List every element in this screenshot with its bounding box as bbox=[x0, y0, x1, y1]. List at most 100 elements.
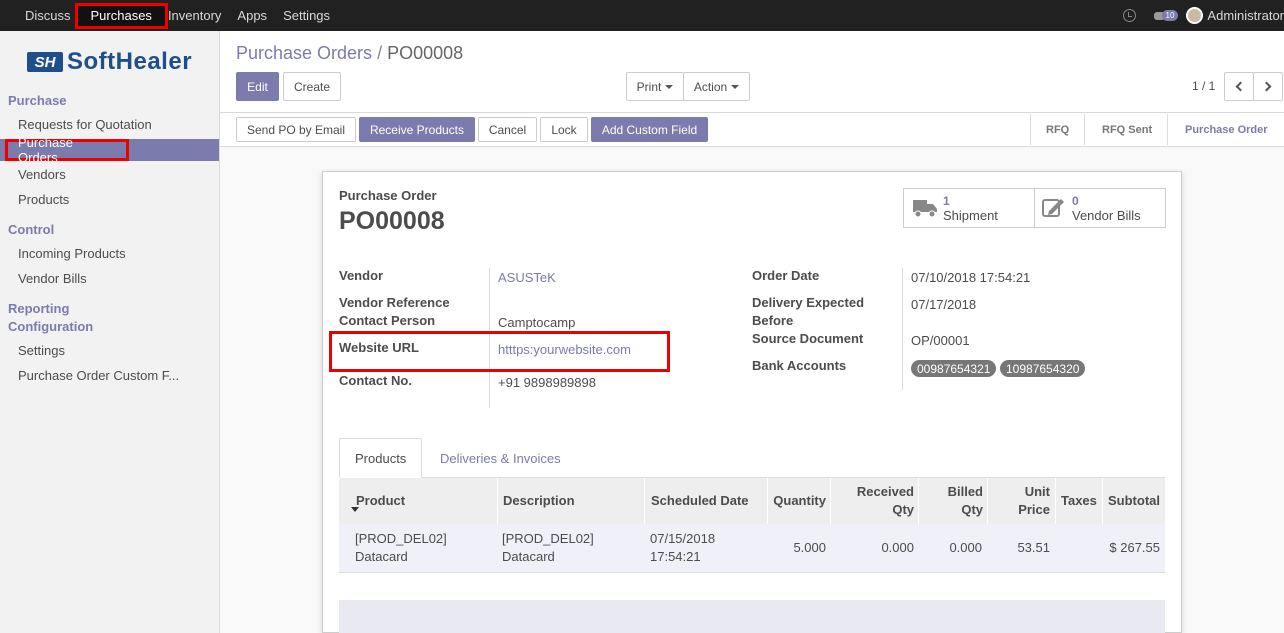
sidebar-item-settings[interactable]: Settings bbox=[18, 343, 65, 358]
logo-mark: SH bbox=[27, 52, 63, 72]
cell-subtotal[interactable]: $ 267.55 bbox=[1102, 539, 1160, 557]
table-footer bbox=[339, 600, 1165, 633]
menu-discuss[interactable]: Discuss bbox=[25, 8, 71, 23]
top-navbar: Discuss Purchases Inventory Apps Setting… bbox=[0, 0, 1284, 31]
sidebar-item-incoming-products[interactable]: Incoming Products bbox=[18, 246, 126, 261]
cell-date-line2: 17:54:21 bbox=[650, 549, 701, 564]
edit-button[interactable]: Edit bbox=[236, 72, 279, 101]
column-product[interactable]: Product bbox=[356, 478, 405, 524]
stage-separator bbox=[1084, 114, 1085, 145]
stage-separator bbox=[1167, 114, 1168, 145]
truck-icon bbox=[913, 200, 937, 218]
systray: 10 Administrator bbox=[1122, 0, 1284, 31]
contact-person-field[interactable]: Camptocamp bbox=[498, 315, 575, 330]
stage-rfq[interactable]: RFQ bbox=[1046, 114, 1069, 145]
cell-date-line1: 07/15/2018 bbox=[650, 531, 716, 546]
menu-settings[interactable]: Settings bbox=[283, 8, 330, 23]
column-scheduled-date[interactable]: Scheduled Date bbox=[651, 478, 749, 524]
column-unit-price[interactable]: Unit Price bbox=[987, 478, 1050, 524]
lock-button[interactable]: Lock bbox=[540, 117, 588, 142]
tab-products[interactable]: Products bbox=[339, 438, 423, 478]
vendor-bills-smart-button[interactable]: 0 Vendor Bills bbox=[1034, 188, 1166, 228]
shipment-smart-button[interactable]: 1 Shipment bbox=[903, 188, 1035, 228]
sidebar-section-configuration[interactable]: Configuration bbox=[8, 319, 93, 334]
add-custom-field-button[interactable]: Add Custom Field bbox=[591, 117, 708, 142]
column-separator bbox=[644, 478, 645, 524]
user-name[interactable]: Administrator bbox=[1207, 8, 1284, 23]
cell-billed[interactable]: 0.000 bbox=[918, 539, 982, 557]
source-document-field[interactable]: OP/00001 bbox=[911, 333, 970, 348]
column-separator bbox=[1102, 478, 1103, 524]
caret-down-icon bbox=[665, 84, 674, 89]
action-dropdown[interactable]: Action bbox=[683, 72, 750, 101]
delivery-expected-label: Delivery Expected bbox=[752, 295, 865, 310]
column-price-line2: Price bbox=[1018, 502, 1050, 517]
column-received-line2: Qty bbox=[892, 502, 914, 517]
shipment-label: Shipment bbox=[943, 207, 998, 223]
messaging-icon[interactable]: 10 bbox=[1153, 10, 1179, 21]
edit-document-icon bbox=[1042, 199, 1064, 217]
vendor-bills-label: Vendor Bills bbox=[1072, 207, 1141, 223]
column-quantity[interactable]: Quantity bbox=[768, 478, 826, 524]
column-separator bbox=[497, 478, 498, 524]
cell-description-line1: [PROD_DEL02] bbox=[502, 531, 594, 546]
company-logo: SH SoftHealer bbox=[27, 48, 193, 75]
avatar[interactable] bbox=[1186, 7, 1204, 24]
sidebar-section-purchase[interactable]: Purchase bbox=[8, 93, 67, 108]
menu-inventory[interactable]: Inventory bbox=[168, 8, 221, 23]
cell-product-line2: Datacard bbox=[355, 549, 408, 564]
sidebar-item-purchase-orders[interactable]: Purchase Orders bbox=[0, 135, 219, 165]
cell-description[interactable]: [PROD_DEL02] Datacard bbox=[502, 530, 594, 566]
column-received-qty[interactable]: Received Qty bbox=[830, 478, 914, 524]
create-button[interactable]: Create bbox=[283, 72, 341, 101]
order-date-field[interactable]: 07/10/2018 17:54:21 bbox=[911, 270, 1030, 285]
bank-account-tag[interactable]: 00987654321 bbox=[911, 360, 997, 377]
activity-clock-icon[interactable] bbox=[1122, 9, 1136, 22]
contact-no-field[interactable]: +91 9898989898 bbox=[498, 375, 596, 390]
sidebar-item-rfq[interactable]: Requests for Quotation bbox=[18, 117, 152, 132]
cell-scheduled-date[interactable]: 07/15/2018 17:54:21 bbox=[650, 530, 715, 566]
delivery-before-label: Before bbox=[752, 313, 794, 328]
tab-deliveries-invoices[interactable]: Deliveries & Invoices bbox=[425, 438, 576, 478]
column-taxes[interactable]: Taxes bbox=[1061, 478, 1097, 524]
sidebar-section-control[interactable]: Control bbox=[8, 222, 54, 237]
send-po-email-button[interactable]: Send PO by Email bbox=[236, 117, 356, 142]
cell-product[interactable]: [PROD_DEL02] Datacard bbox=[355, 530, 447, 566]
action-label: Action bbox=[693, 79, 728, 94]
pager-next-button[interactable] bbox=[1253, 72, 1283, 101]
column-price-line1: Unit bbox=[1024, 484, 1050, 499]
contact-no-label: Contact No. bbox=[339, 373, 412, 388]
sidebar-item-vendor-bills[interactable]: Vendor Bills bbox=[18, 271, 87, 286]
sidebar-section-reporting[interactable]: Reporting bbox=[8, 301, 69, 316]
vendor-bills-count: 0 bbox=[1072, 193, 1079, 208]
cell-quantity[interactable]: 5.000 bbox=[768, 539, 826, 557]
column-description[interactable]: Description bbox=[503, 478, 575, 524]
pager-previous-button[interactable] bbox=[1224, 72, 1254, 101]
bank-accounts-label: Bank Accounts bbox=[752, 358, 847, 373]
menu-purchases[interactable]: Purchases bbox=[74, 2, 168, 29]
vendor-reference-label: Vendor Reference bbox=[339, 295, 450, 310]
receive-products-button[interactable]: Receive Products bbox=[359, 117, 475, 142]
control-panel-divider bbox=[220, 112, 1284, 113]
cell-description-line2: Datacard bbox=[502, 549, 555, 564]
cancel-button[interactable]: Cancel bbox=[478, 117, 537, 142]
vendor-label: Vendor bbox=[339, 268, 384, 283]
pager-value[interactable]: 1 / 1 bbox=[1192, 79, 1215, 93]
menu-apps[interactable]: Apps bbox=[237, 8, 267, 23]
cell-unit-price[interactable]: 53.51 bbox=[987, 539, 1050, 557]
cell-received[interactable]: 0.000 bbox=[830, 539, 914, 557]
sidebar-item-vendors[interactable]: Vendors bbox=[18, 167, 66, 182]
breadcrumb-parent[interactable]: Purchase Orders bbox=[236, 43, 372, 63]
column-subtotal[interactable]: Subtotal bbox=[1108, 478, 1160, 524]
stage-rfq-sent[interactable]: RFQ Sent bbox=[1102, 114, 1152, 145]
sidebar-item-products[interactable]: Products bbox=[18, 192, 69, 207]
app-menu: Discuss Purchases Inventory Apps Setting… bbox=[25, 0, 346, 31]
sidebar-item-po-custom-fields[interactable]: Purchase Order Custom F... bbox=[18, 368, 179, 383]
bank-account-tag[interactable]: 10987654320 bbox=[1000, 360, 1086, 377]
vendor-field[interactable]: ASUSTeK bbox=[498, 270, 556, 285]
column-billed-qty[interactable]: Billed Qty bbox=[918, 478, 983, 524]
delivery-date-field[interactable]: 07/17/2018 bbox=[911, 297, 976, 312]
print-dropdown[interactable]: Print bbox=[626, 72, 684, 101]
logo-text: SoftHealer bbox=[67, 48, 193, 75]
document-name: PO00008 bbox=[339, 207, 445, 235]
